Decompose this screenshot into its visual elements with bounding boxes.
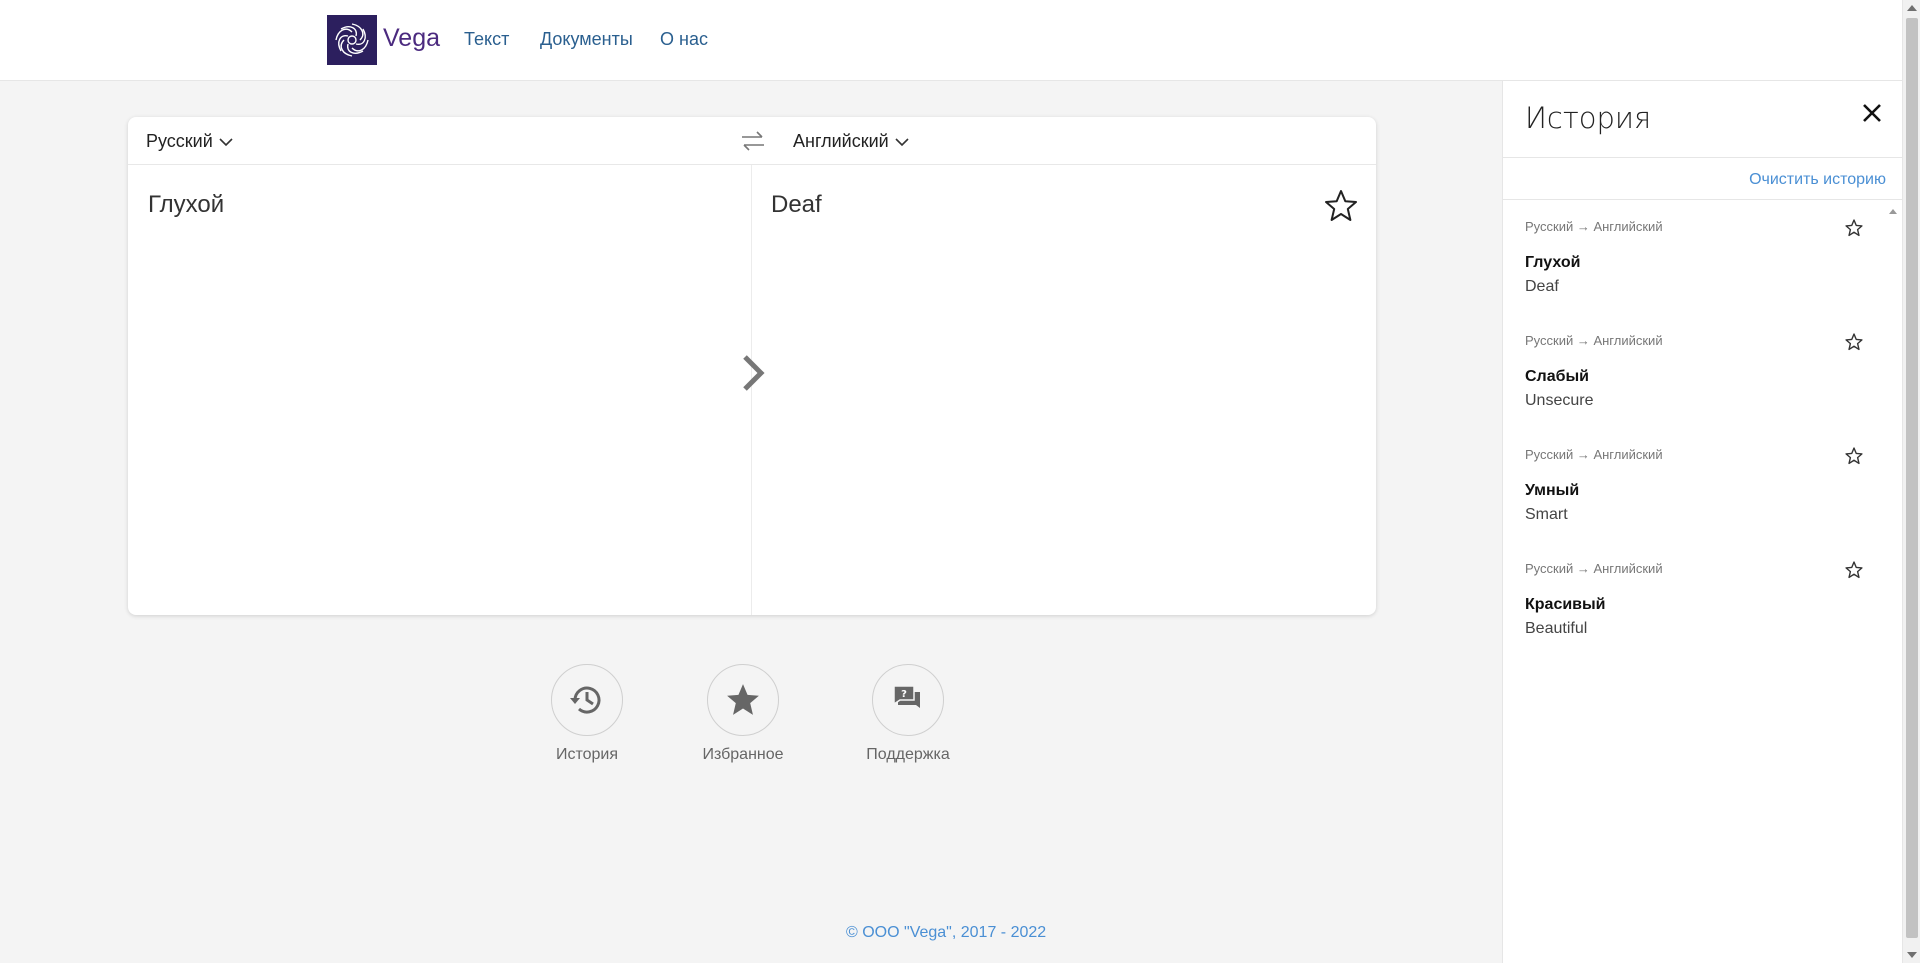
history-icon [570,686,601,714]
history-item-source: Умный [1525,482,1580,499]
chevron-down-icon [219,137,233,146]
history-item-target: Unsecure [1525,392,1594,409]
panel-divider [1503,199,1902,200]
history-item-target: Deaf [1525,278,1559,295]
history-item-source: Слабый [1525,368,1589,385]
support-chat-icon: ? [893,685,920,708]
favorites-action-label: Избранное [702,746,784,763]
support-action-label: Поддержка [866,746,950,763]
history-item-pair: Русский → Английский [1525,447,1663,462]
history-action-label: История [555,746,619,763]
history-action[interactable]: История [527,664,647,764]
translation-output: Deaf [771,191,822,218]
scroll-down-arrow[interactable] [1907,952,1917,958]
nav-documents[interactable]: Документы [540,29,633,50]
page-scrollbar[interactable] [1902,0,1920,963]
history-panel-title: История [1525,101,1652,135]
history-item[interactable]: Русский → Английский Глухой Deaf [1525,219,1870,319]
history-button[interactable] [551,664,623,736]
history-item[interactable]: Русский → Английский Умный Smart [1525,447,1870,547]
history-item-pair: Русский → Английский [1525,333,1663,348]
add-favorite-star-icon[interactable] [1324,189,1358,223]
star-outline-icon[interactable] [1845,333,1863,351]
scrollbar-thumb[interactable] [1906,18,1918,938]
source-language-label: Русский [146,131,213,151]
favorites-button[interactable] [707,664,779,736]
history-item[interactable]: Русский → Английский Красивый Beautiful [1525,561,1870,661]
swap-languages-icon[interactable] [740,130,766,152]
star-outline-icon[interactable] [1845,561,1863,579]
history-item-target: Smart [1525,506,1568,523]
close-icon[interactable] [1858,99,1886,127]
support-button[interactable]: ? [872,664,944,736]
source-text-input[interactable]: Глухой [148,191,224,219]
clear-history-button[interactable]: Очистить историю [1749,171,1886,189]
translator-card: Русский Английский Глухой Deaf [128,117,1376,615]
target-language-label: Английский [793,131,889,151]
vega-logo[interactable] [327,15,377,65]
star-icon [727,684,759,715]
history-panel: История Очистить историю Русский → Англи… [1502,81,1902,963]
history-item-source: Глухой [1525,254,1581,271]
source-language-select[interactable]: Русский [146,131,233,152]
star-outline-icon[interactable] [1845,219,1863,237]
history-item-target: Beautiful [1525,620,1588,637]
footer-copyright: © ООО "Vega", 2017 - 2022 [846,924,1047,941]
nav-text[interactable]: Текст [464,29,509,50]
support-action[interactable]: ? Поддержка [848,664,968,764]
star-outline-icon[interactable] [1845,447,1863,465]
translate-arrow-icon[interactable] [738,353,768,393]
history-item[interactable]: Русский → Английский Слабый Unsecure [1525,333,1870,433]
spiral-logo-icon [335,23,369,57]
favorites-action[interactable]: Избранное [683,664,803,764]
language-bar: Русский Английский [128,117,1376,165]
history-item-source: Красивый [1525,596,1606,613]
nav-about[interactable]: О нас [660,29,708,50]
panel-divider [1503,157,1902,158]
scroll-up-arrow[interactable] [1907,5,1917,11]
history-scrollbar[interactable] [1886,206,1900,963]
svg-text:?: ? [901,689,907,700]
target-language-select[interactable]: Английский [793,131,909,152]
chevron-down-icon [895,137,909,146]
brand-name[interactable]: Vega [383,24,440,53]
scroll-up-arrow[interactable] [1889,209,1897,214]
history-item-pair: Русский → Английский [1525,561,1663,576]
history-item-pair: Русский → Английский [1525,219,1663,234]
top-header: Vega Текст Документы О нас [0,0,1902,81]
